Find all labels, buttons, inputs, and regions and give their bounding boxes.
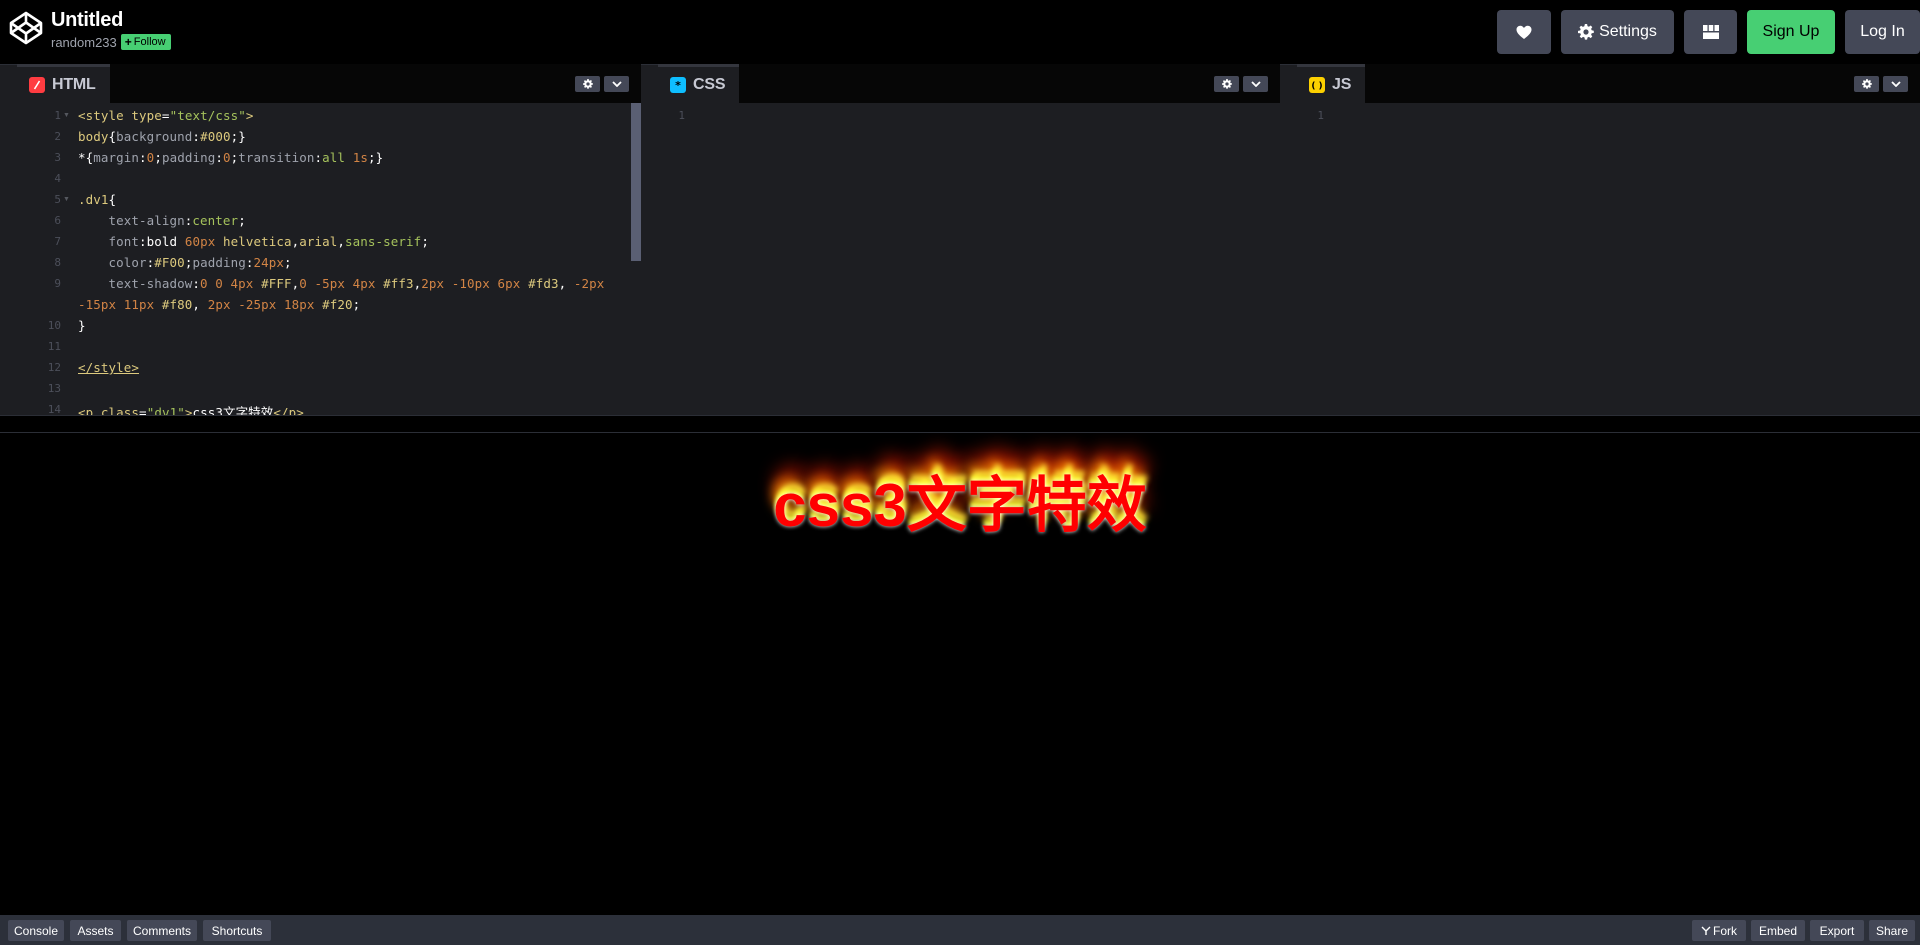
code-line: text-shadow:0 0 4px #FFF,0 -5px 4px #ff3… (108, 276, 605, 291)
tab-html[interactable]: HTML (17, 64, 110, 103)
code-line: *{margin:0;padding:0;transition:all 1s;} (78, 150, 384, 165)
fork-button[interactable]: Fork (1692, 920, 1746, 941)
line-number: 1 (1317, 109, 1324, 122)
code-line: text-align:center; (108, 213, 246, 228)
html-pane-header: HTML (17, 64, 641, 103)
fork-icon (1701, 926, 1711, 935)
like-button[interactable] (1497, 10, 1551, 54)
tab-css-label: CSS (693, 76, 726, 93)
line-number: 4 (54, 172, 61, 185)
layout-icon (1702, 25, 1719, 39)
assets-button[interactable]: Assets (70, 920, 121, 941)
css-pane-header: * CSS (658, 64, 1280, 103)
code-line: font:bold 60px helvetica,arial,sans-seri… (108, 234, 429, 249)
code-line: } (78, 318, 86, 333)
preview-heading: css3文字特效 (773, 472, 1147, 539)
line-number: 10 (47, 319, 61, 332)
follow-label: Follow (133, 36, 166, 48)
footer-bar: Console Assets Comments Shortcuts Fork E… (0, 915, 1920, 945)
chevron-down-icon (611, 81, 622, 87)
code-line: body{background:#000;} (78, 129, 246, 144)
js-lang-icon: ( ) (1309, 77, 1325, 93)
html-scrollbar[interactable] (631, 103, 641, 261)
line-number: 1 (54, 109, 61, 122)
log-in-button[interactable]: Log In (1845, 10, 1920, 54)
html-lang-icon (29, 77, 45, 93)
line-number: 14 (47, 403, 61, 415)
sign-up-button[interactable]: Sign Up (1747, 10, 1835, 54)
css-code-area[interactable]: 1 (658, 103, 1280, 415)
plus-icon: + (124, 35, 132, 49)
js-settings-button[interactable] (1854, 76, 1879, 92)
line-number: 5 (54, 193, 61, 206)
shortcuts-button[interactable]: Shortcuts (203, 920, 271, 941)
line-number: 1 (678, 109, 685, 122)
gear-icon (582, 79, 593, 89)
js-pane-header: ( ) JS (1297, 64, 1920, 103)
gear-icon (1578, 24, 1594, 40)
author-row: random233 + Follow (51, 34, 171, 50)
gear-icon (1861, 79, 1872, 89)
code-line: -15px 11px #f80, 2px -25px 18px #f20; (78, 297, 361, 312)
html-collapse-button[interactable] (604, 76, 629, 92)
line-number: 3 (54, 151, 61, 164)
html-code-area[interactable]: 1 2 3 4 5 6 7 8 9 10 11 12 13 14 ▼ ▼ <st… (17, 103, 641, 415)
author-name[interactable]: random233 (51, 35, 117, 50)
fold-arrow-icon[interactable]: ▼ (63, 112, 70, 119)
code-line: <p class="dv1">css3文字特效</p> (78, 405, 304, 415)
line-number: 2 (54, 130, 61, 143)
fork-label: Fork (1713, 923, 1737, 938)
line-number: 7 (54, 235, 61, 248)
html-gutter: 1 2 3 4 5 6 7 8 9 10 11 12 13 14 ▼ ▼ (17, 103, 70, 415)
tab-css[interactable]: * CSS (658, 64, 740, 103)
html-settings-button[interactable] (575, 76, 600, 92)
export-button[interactable]: Export (1810, 920, 1864, 941)
comments-button[interactable]: Comments (127, 920, 197, 941)
html-editor-pane: HTML 1 2 3 4 5 6 7 8 9 10 11 12 13 14 ▼ … (17, 64, 641, 415)
console-button[interactable]: Console (8, 920, 64, 941)
change-view-button[interactable] (1684, 10, 1737, 54)
fold-arrow-icon[interactable]: ▼ (63, 196, 70, 203)
line-number: 8 (54, 256, 61, 269)
resize-handle[interactable] (0, 415, 1920, 433)
follow-button[interactable]: + Follow (120, 34, 171, 50)
share-button[interactable]: Share (1869, 920, 1915, 941)
tab-js-label: JS (1332, 76, 1352, 93)
pen-title[interactable]: Untitled (51, 9, 123, 32)
tab-html-label: HTML (52, 76, 96, 93)
code-line: .dv1{ (78, 192, 117, 207)
svg-text:*: * (675, 80, 681, 90)
line-number: 12 (47, 361, 61, 374)
code-line: </style> (78, 360, 140, 375)
code-line: color:#F00;padding:24px; (108, 255, 292, 270)
embed-button[interactable]: Embed (1751, 920, 1805, 941)
settings-button[interactable]: Settings (1561, 10, 1674, 54)
line-number: 11 (47, 340, 61, 353)
line-number: 13 (47, 382, 61, 395)
js-editor-pane: ( ) JS 1 (1297, 64, 1920, 415)
header: Untitled random233 + Follow Settings Sig… (0, 0, 1920, 64)
chevron-down-icon (1890, 81, 1901, 87)
line-number: 9 (54, 277, 61, 290)
settings-label: Settings (1599, 23, 1657, 40)
tab-js[interactable]: ( ) JS (1297, 64, 1366, 103)
css-settings-button[interactable] (1214, 76, 1239, 92)
editors-area: HTML 1 2 3 4 5 6 7 8 9 10 11 12 13 14 ▼ … (0, 64, 1920, 415)
line-number: 6 (54, 214, 61, 227)
css-collapse-button[interactable] (1243, 76, 1268, 92)
js-code-area[interactable]: 1 (1297, 103, 1920, 415)
heart-icon (1516, 25, 1532, 39)
result-preview[interactable]: css3文字特效 (0, 433, 1920, 915)
js-collapse-button[interactable] (1883, 76, 1908, 92)
css-lang-icon: * (670, 77, 686, 93)
code-line: <style type="text/css"> (78, 108, 254, 123)
css-editor-pane: * CSS 1 (658, 64, 1280, 415)
chevron-down-icon (1250, 81, 1261, 87)
codepen-logo-icon[interactable] (8, 10, 44, 46)
gear-icon (1221, 79, 1232, 89)
svg-text:( ): ( ) (1312, 82, 1322, 91)
